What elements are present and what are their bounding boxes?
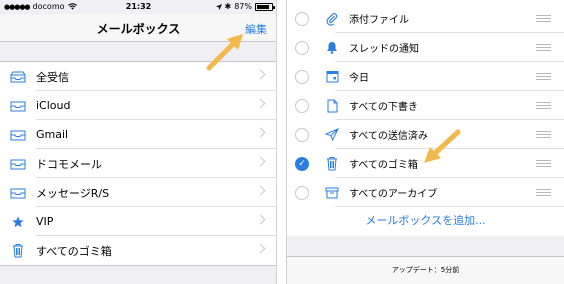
chevron-right-icon	[255, 69, 266, 80]
annotation-arrow-edit	[206, 34, 243, 71]
selection-checkbox[interactable]	[295, 69, 309, 84]
bell-icon	[315, 41, 349, 54]
reorder-handle-icon[interactable]	[536, 160, 551, 167]
inbox-icon	[0, 187, 36, 199]
mailbox-row[interactable]: ドコモメール	[0, 149, 276, 178]
mailbox-option-label: すべてのアーカイブ	[349, 189, 438, 200]
battery-icon	[255, 2, 275, 11]
mailbox-list: 全受信 iCloud Gmail ドコモメール メッセージR/S VIP すべてのゴミ箱	[0, 61, 276, 266]
section-gap	[287, 236, 564, 256]
status-bar: ●●●●● docomo 21:32 ✱ 87%	[0, 0, 276, 14]
reorder-handle-icon[interactable]	[536, 131, 551, 138]
reorder-handle-icon[interactable]	[536, 102, 551, 109]
star-icon	[0, 216, 36, 228]
chevron-right-icon	[255, 98, 266, 109]
mailbox-option-label: すべての送信済み	[349, 131, 428, 142]
bottom-toolbar: アップデート：5分前	[287, 256, 564, 284]
selection-checkbox[interactable]	[295, 185, 309, 200]
trash-icon	[315, 156, 349, 171]
mailbox-row[interactable]: すべてのゴミ箱	[0, 236, 276, 265]
chevron-right-icon	[255, 214, 266, 225]
inbox-stack-icon	[0, 71, 36, 83]
archive-box-icon	[315, 187, 349, 199]
mailbox-option-row[interactable]: すべてのアーカイブ	[287, 178, 564, 207]
mailbox-option-label: すべての下書き	[349, 102, 418, 113]
inbox-icon	[0, 100, 36, 112]
paperclip-icon	[315, 12, 349, 26]
mailbox-label: 全受信	[36, 70, 69, 84]
update-status: アップデート：5分前	[391, 266, 460, 274]
chevron-right-icon	[255, 243, 266, 254]
document-icon	[315, 99, 349, 113]
mailbox-label: VIP	[36, 215, 54, 228]
reorder-handle-icon[interactable]	[536, 44, 551, 51]
mailbox-option-label: 添付ファイル	[349, 15, 409, 26]
reorder-handle-icon[interactable]	[536, 15, 551, 22]
selection-checkbox[interactable]: ✓	[295, 156, 309, 171]
trash-icon	[0, 243, 36, 258]
selection-checkbox[interactable]	[295, 127, 309, 142]
mailbox-row[interactable]: VIP	[0, 207, 276, 236]
annotation-arrow-trash	[424, 129, 461, 163]
mailbox-option-row[interactable]: 添付ファイル	[287, 4, 564, 33]
inbox-icon	[0, 158, 36, 170]
selection-checkbox[interactable]	[295, 40, 309, 55]
mailbox-option-label: スレッドの通知	[349, 44, 419, 55]
mailbox-row[interactable]: メッセージR/S	[0, 178, 276, 207]
battery-percent: 87%	[234, 2, 252, 11]
chevron-right-icon	[255, 185, 266, 196]
mailbox-label: ドコモメール	[36, 157, 102, 171]
selection-checkbox[interactable]	[295, 11, 309, 26]
add-mailbox-button[interactable]: メールボックスを追加...	[287, 212, 564, 228]
inbox-icon	[0, 129, 36, 141]
reorder-handle-icon[interactable]	[536, 189, 551, 196]
chevron-right-icon	[255, 127, 266, 138]
mailbox-label: メッセージR/S	[36, 186, 110, 200]
mailbox-option-label: 今日	[349, 73, 369, 84]
mailbox-row[interactable]: iCloud	[0, 91, 276, 120]
calendar-icon	[315, 70, 349, 83]
mailbox-option-row[interactable]: すべての下書き	[287, 91, 564, 120]
mailbox-option-row[interactable]: 今日	[287, 62, 564, 91]
row-divider	[335, 206, 564, 207]
reorder-handle-icon[interactable]	[536, 73, 551, 80]
mailbox-label: すべてのゴミ箱	[36, 244, 112, 258]
location-arrow-icon	[215, 3, 222, 10]
mailbox-label: Gmail	[36, 128, 69, 141]
mailbox-option-label: すべてのゴミ箱	[349, 160, 418, 171]
chevron-right-icon	[255, 156, 266, 167]
selection-checkbox[interactable]	[295, 98, 309, 113]
paper-plane-icon	[315, 128, 349, 141]
edit-button[interactable]: 編集	[245, 21, 267, 37]
battery-fill	[257, 4, 270, 9]
mailbox-row[interactable]: Gmail	[0, 120, 276, 149]
bluetooth-icon: ✱	[224, 2, 232, 11]
mailbox-option-row[interactable]: スレッドの通知	[287, 33, 564, 62]
mailbox-label: iCloud	[36, 99, 71, 112]
smart-mailbox-list: 添付ファイル スレッドの通知 今日すべての下書き すべての送信済み ✓ すべてのゴミ箱すべ…	[287, 4, 564, 207]
